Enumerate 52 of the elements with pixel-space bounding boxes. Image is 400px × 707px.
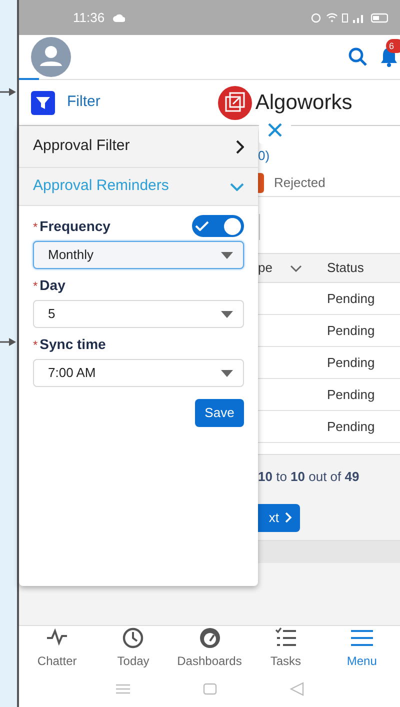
filter-icon[interactable] — [31, 90, 55, 114]
notification-badge: 6 — [386, 39, 400, 53]
column-header[interactable]: pe — [258, 258, 290, 278]
clock-icon — [122, 627, 144, 649]
nav-tab[interactable]: Menu — [324, 626, 400, 671]
nav-tab[interactable]: Chatter — [19, 626, 96, 671]
avatar-icon[interactable] — [31, 37, 71, 77]
signal-icon — [353, 12, 364, 22]
battery-icon — [371, 12, 388, 22]
field-label: *Sync time — [33, 334, 106, 354]
check-icon — [195, 221, 209, 231]
status-label: Rejected — [274, 174, 326, 192]
table-cell-text: Pending — [327, 322, 375, 340]
status-icon — [258, 172, 264, 192]
toggle-switch[interactable] — [192, 215, 244, 237]
nav-tab[interactable]: Tasks — [248, 626, 324, 671]
search-icon[interactable] — [348, 47, 368, 67]
field-label: *Frequency — [33, 216, 110, 236]
nav-tab[interactable]: Today — [95, 626, 172, 671]
filter-label[interactable]: Filter — [67, 91, 100, 114]
nav-tab[interactable]: Dashboards — [171, 626, 248, 671]
link-text[interactable]: 0) — [258, 146, 270, 165]
alarm-icon — [311, 12, 321, 22]
pagination-text: 10 to 10 out of 49 — [258, 468, 360, 486]
brand-name: Algoworks — [255, 90, 352, 116]
field-label: *Day — [33, 276, 66, 295]
menu-icon — [350, 627, 373, 649]
close-icon — [268, 123, 282, 137]
status-time: 11:36 — [73, 8, 105, 27]
next-button[interactable]: xt — [258, 504, 300, 532]
accordion-section[interactable]: Approval Filter — [19, 126, 258, 168]
wifi-icon — [326, 12, 338, 22]
checklist-icon — [274, 627, 297, 649]
table-cell-text: Pending — [327, 418, 375, 436]
chevron-down-icon[interactable] — [290, 264, 302, 272]
sim-icon — [342, 12, 348, 22]
save-button[interactable]: Save — [195, 399, 244, 427]
select-field[interactable]: Monthly — [33, 241, 244, 269]
select-field[interactable]: 5 — [33, 300, 244, 328]
table-cell-text: Pending — [327, 354, 375, 372]
select-field[interactable]: 7:00 AM — [33, 359, 244, 387]
table-cell-text: Pending — [327, 386, 375, 404]
dropdown-caret-icon — [221, 310, 233, 318]
dropdown-caret-icon — [221, 370, 233, 376]
dropdown-caret-icon — [221, 252, 233, 258]
cloud-icon — [112, 14, 125, 22]
chevron-down-icon — [230, 182, 244, 190]
chevron-right-icon — [236, 140, 244, 154]
table-cell-text: Pending — [327, 290, 375, 308]
chevron-right-icon — [285, 512, 292, 523]
logo-icon — [218, 86, 252, 120]
column-header[interactable]: Status — [327, 258, 364, 278]
